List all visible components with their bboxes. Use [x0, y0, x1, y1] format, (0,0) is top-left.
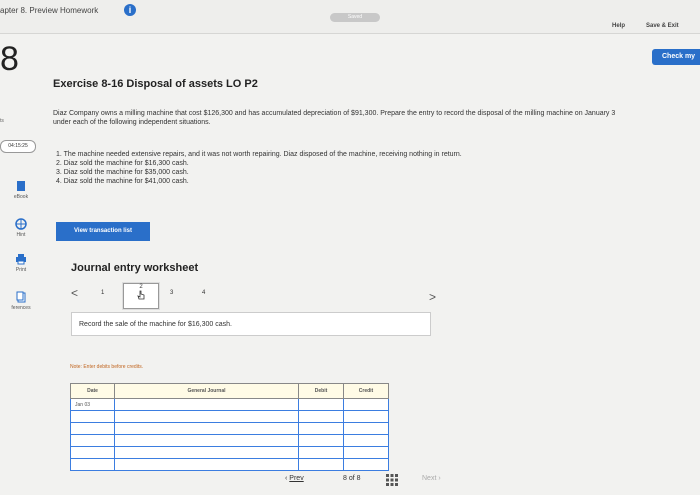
date-cell[interactable]: Jan 03: [70, 398, 115, 411]
sidebar-item-print[interactable]: Print: [0, 253, 42, 273]
journal-header-row: Date General Journal Debit Credit: [70, 383, 389, 399]
condition-item: 4. Diaz sold the machine for $41,000 cas…: [56, 178, 189, 185]
condition-item: 2. Diaz sold the machine for $16,300 cas…: [56, 160, 189, 167]
debit-cell[interactable]: [298, 410, 344, 423]
chevron-right-icon: ›: [438, 475, 441, 482]
column-header-general-journal: General Journal: [114, 383, 299, 399]
conditions-list: 1. The machine needed extensive repairs,…: [56, 150, 462, 186]
help-link[interactable]: Help: [612, 23, 625, 29]
date-cell[interactable]: [70, 446, 115, 459]
column-header-debit: Debit: [298, 383, 344, 399]
date-cell[interactable]: [70, 410, 115, 423]
question-number: 8: [0, 40, 19, 78]
top-bar: apter 8. Preview Homework i Saved Help S…: [0, 0, 700, 34]
instruction-box: Record the sale of the machine for $16,3…: [71, 312, 431, 336]
sidebar-item-ebook[interactable]: eBook: [0, 180, 42, 200]
entry-note: Note: Enter debits before credits.: [70, 364, 144, 370]
prev-label: Prev: [289, 475, 304, 482]
column-header-date: Date: [70, 383, 115, 399]
worksheet-title: Journal entry worksheet: [71, 262, 199, 274]
table-row: [70, 434, 389, 447]
pager-next-arrow[interactable]: >: [429, 290, 436, 304]
column-header-credit: Credit: [343, 383, 389, 399]
account-cell[interactable]: [114, 446, 299, 459]
pager-page-1[interactable]: 1: [101, 290, 104, 296]
pager-page-number: 2: [139, 284, 143, 290]
condition-item: 1. The machine needed extensive repairs,…: [56, 151, 462, 158]
table-row: [70, 446, 389, 459]
worksheet-pager: < 1 2 3 4 >: [71, 283, 441, 309]
account-cell[interactable]: [114, 398, 299, 411]
next-label: Next: [422, 475, 437, 482]
next-button[interactable]: Next ›: [422, 475, 441, 482]
grid-icon[interactable]: [386, 474, 398, 486]
table-row: [70, 458, 389, 471]
pager-page-2-active[interactable]: 2: [123, 283, 159, 309]
exercise-description: Diaz Company owns a milling machine that…: [53, 110, 616, 126]
page-indicator: 8 of 8: [343, 475, 361, 482]
credit-cell[interactable]: [343, 458, 389, 471]
sidebar-item-label: eBook: [13, 194, 29, 200]
sidebar-points-fragment: ts: [0, 118, 4, 124]
view-transaction-list-button[interactable]: View transaction list: [56, 222, 150, 241]
info-icon[interactable]: i: [124, 4, 136, 16]
journal-table: Date General Journal Debit Credit Jan 03: [70, 383, 389, 471]
date-cell[interactable]: [70, 422, 115, 435]
table-row: [70, 410, 389, 423]
debit-cell[interactable]: [298, 398, 344, 411]
date-cell[interactable]: [70, 458, 115, 471]
credit-cell[interactable]: [343, 422, 389, 435]
condition-item: 3. Diaz sold the machine for $35,000 cas…: [56, 169, 189, 176]
pager-page-4[interactable]: 4: [202, 290, 205, 296]
table-row: Jan 03: [70, 398, 389, 411]
credit-cell[interactable]: [343, 446, 389, 459]
pager-prev-arrow[interactable]: <: [71, 286, 78, 300]
debit-cell[interactable]: [298, 422, 344, 435]
references-icon: [16, 291, 26, 303]
sidebar-item-references[interactable]: ferences: [0, 291, 42, 311]
credit-cell[interactable]: [343, 398, 389, 411]
prev-button[interactable]: ‹ Prev: [285, 475, 304, 482]
timer-badge: 04:15:25: [0, 140, 36, 153]
saved-status-badge: Saved: [330, 13, 380, 22]
credit-cell[interactable]: [343, 434, 389, 447]
sidebar-item-label: Print: [15, 267, 27, 273]
date-cell[interactable]: [70, 434, 115, 447]
sidebar-item-hint[interactable]: Hint: [0, 218, 42, 238]
debit-cell[interactable]: [298, 434, 344, 447]
chevron-left-icon: ‹: [285, 475, 288, 482]
account-cell[interactable]: [114, 422, 299, 435]
account-cell[interactable]: [114, 458, 299, 471]
pointer-hand-icon: [137, 290, 145, 300]
print-icon: [16, 254, 26, 265]
debit-cell[interactable]: [298, 446, 344, 459]
book-icon: [17, 181, 25, 191]
hint-icon: [15, 218, 27, 230]
account-cell[interactable]: [114, 410, 299, 423]
table-row: [70, 422, 389, 435]
chapter-title: apter 8. Preview Homework: [0, 6, 99, 15]
sidebar-item-label: Hint: [16, 232, 26, 238]
save-exit-button[interactable]: Save & Exit: [646, 23, 679, 29]
check-my-work-button[interactable]: Check my: [652, 49, 700, 65]
debit-cell[interactable]: [298, 458, 344, 471]
account-cell[interactable]: [114, 434, 299, 447]
sidebar-item-label: ferences: [11, 305, 31, 311]
pager-page-3[interactable]: 3: [170, 290, 173, 296]
bottom-navigation: ‹ Prev 8 of 8 Next ›: [285, 473, 455, 489]
credit-cell[interactable]: [343, 410, 389, 423]
exercise-title: Exercise 8-16 Disposal of assets LO P2: [53, 78, 258, 90]
